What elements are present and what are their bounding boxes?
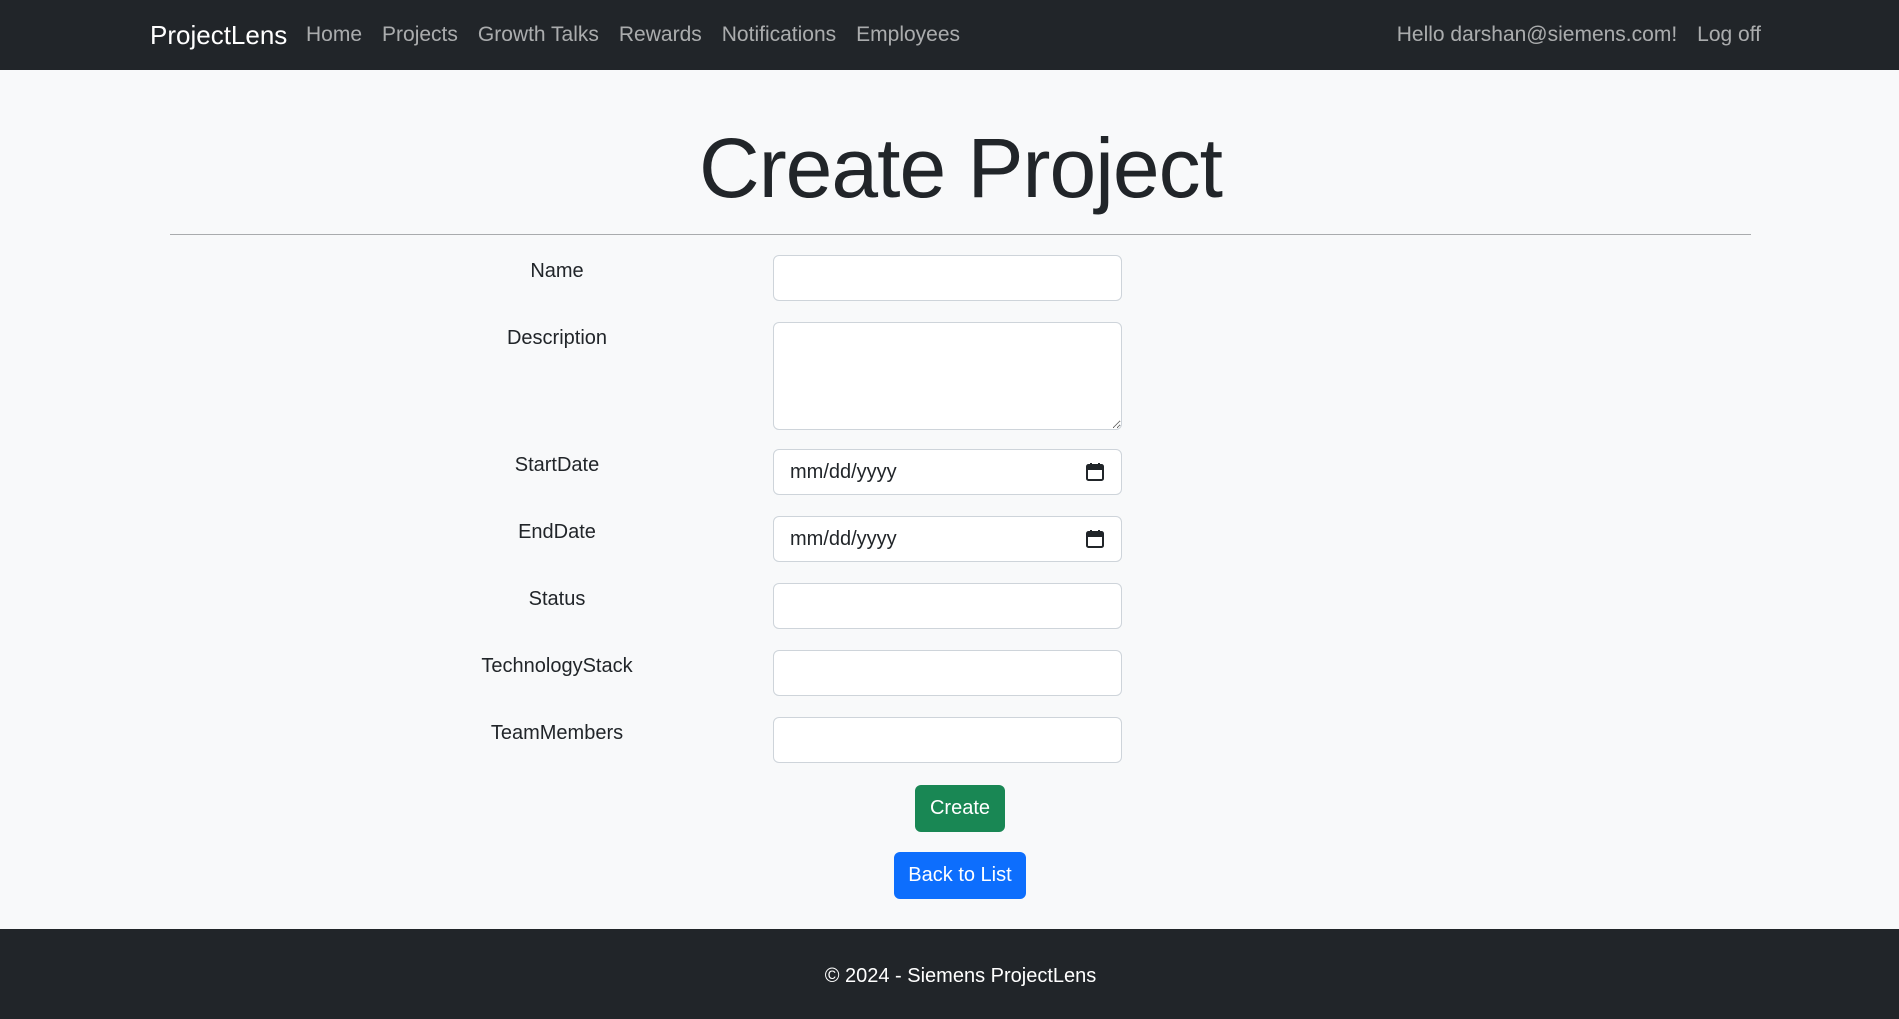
nav-link-growth-talks[interactable]: Growth Talks: [468, 23, 609, 47]
status-label: Status: [528, 588, 586, 610]
teammembers-input[interactable]: [773, 717, 1122, 763]
nav-links: Home Projects Growth Talks Rewards Notif…: [306, 0, 970, 70]
teammembers-label: TeamMembers: [490, 722, 624, 744]
name-input[interactable]: [773, 255, 1122, 301]
nav-link-projects[interactable]: Projects: [372, 23, 468, 47]
description-wrapper: [773, 322, 1122, 430]
user-greeting-link[interactable]: Hello darshan@siemens.com!: [1397, 23, 1677, 47]
enddate-label: EndDate: [518, 521, 596, 543]
description-label: Description: [506, 327, 608, 349]
enddate-input[interactable]: mm/dd/yyyy: [773, 516, 1122, 562]
nav-link-employees[interactable]: Employees: [846, 23, 970, 47]
logoff-link[interactable]: Log off: [1677, 23, 1761, 47]
nav-link-home[interactable]: Home: [306, 23, 372, 47]
brand-link[interactable]: ProjectLens: [150, 0, 287, 70]
name-label: Name: [530, 260, 584, 282]
page-footer: © 2024 - Siemens ProjectLens: [0, 929, 1899, 1019]
status-input[interactable]: [773, 583, 1122, 629]
nav-link-rewards[interactable]: Rewards: [609, 23, 712, 47]
create-button[interactable]: Create: [915, 785, 1005, 832]
description-textarea[interactable]: [773, 322, 1122, 430]
calendar-icon[interactable]: [1085, 529, 1105, 549]
footer-copyright: © 2024 - Siemens ProjectLens: [824, 965, 1097, 987]
title-divider: [170, 234, 1751, 235]
nav-link-notifications[interactable]: Notifications: [712, 23, 846, 47]
startdate-placeholder: mm/dd/yyyy: [790, 460, 897, 483]
technologystack-label: TechnologyStack: [481, 655, 633, 677]
startdate-label: StartDate: [514, 454, 600, 476]
nav-user-area: Hello darshan@siemens.com! Log off: [1397, 0, 1761, 70]
calendar-icon[interactable]: [1085, 462, 1105, 482]
top-navbar: ProjectLens Home Projects Growth Talks R…: [0, 0, 1899, 70]
startdate-input[interactable]: mm/dd/yyyy: [773, 449, 1122, 495]
page-title: Create Project: [699, 121, 1223, 215]
enddate-placeholder: mm/dd/yyyy: [790, 527, 897, 550]
back-to-list-button[interactable]: Back to List: [894, 852, 1026, 899]
technologystack-input[interactable]: [773, 650, 1122, 696]
